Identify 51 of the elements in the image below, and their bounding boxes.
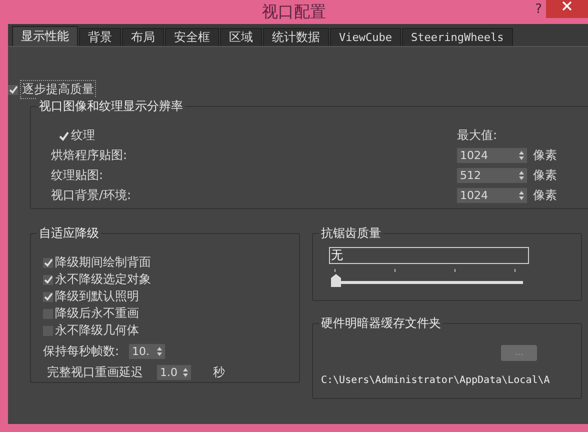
max-label: 最大值: bbox=[457, 127, 498, 144]
group-title: 硬件明暗器缓存文件夹 bbox=[319, 315, 443, 332]
checkbox[interactable] bbox=[43, 274, 53, 284]
field-label: 烘焙程序贴图: bbox=[51, 147, 128, 164]
check-icon[interactable] bbox=[59, 130, 69, 140]
spinner-field[interactable]: 1024 bbox=[457, 188, 527, 203]
spinner-arrows-icon[interactable] bbox=[183, 368, 188, 377]
tab[interactable]: 背景 bbox=[79, 28, 121, 46]
unit-label: 像素 bbox=[532, 167, 558, 184]
unit-label: 秒 bbox=[213, 364, 225, 381]
spinner-arrows-icon[interactable] bbox=[519, 191, 524, 200]
spinner-arrows-icon[interactable] bbox=[519, 171, 524, 180]
field-label: 纹理贴图: bbox=[51, 167, 104, 184]
tab[interactable]: 统计数据 bbox=[263, 28, 329, 46]
value-display: 无 bbox=[329, 247, 529, 264]
tab[interactable]: 安全框 bbox=[165, 28, 219, 46]
spinner-field[interactable]: 1.0 bbox=[157, 365, 191, 380]
checkbox-label: 降级期间绘制背面 bbox=[55, 254, 151, 271]
window-title: 视口配置 bbox=[262, 2, 326, 22]
checkbox[interactable] bbox=[43, 292, 53, 302]
spinner-arrows-icon[interactable] bbox=[157, 347, 162, 356]
slider-thumb[interactable] bbox=[331, 274, 341, 287]
tab[interactable]: SteeringWheels bbox=[402, 28, 513, 46]
folder-path: C:\Users\Administrator\AppData\Local\A bbox=[321, 374, 551, 386]
spinner-field[interactable]: 10. bbox=[129, 344, 166, 359]
checkbox-label: 降级后永不重画 bbox=[55, 305, 139, 322]
tab[interactable]: ViewCube bbox=[330, 28, 401, 46]
group-title: 自适应降级 bbox=[37, 225, 101, 242]
unit-label: 像素 bbox=[532, 147, 558, 164]
checkbox-label: 永不降级几何体 bbox=[55, 322, 139, 339]
field-label: 完整视口重画延迟 bbox=[47, 364, 143, 381]
tab[interactable]: 布局 bbox=[122, 28, 164, 46]
help-button[interactable]: ? bbox=[535, 2, 542, 17]
field-label: 保持每秒帧数: bbox=[43, 343, 120, 360]
unit-label: 像素 bbox=[532, 187, 558, 204]
close-icon bbox=[562, 1, 572, 11]
close-button[interactable] bbox=[546, 0, 588, 18]
checkbox-label: 纹理 bbox=[71, 127, 95, 144]
spinner-field[interactable]: 512 bbox=[457, 168, 527, 183]
tab[interactable]: 区域 bbox=[220, 28, 262, 46]
spinner-arrows-icon[interactable] bbox=[519, 151, 524, 160]
checkbox-label: 永不降级选定对象 bbox=[55, 271, 151, 288]
checkbox[interactable] bbox=[8, 84, 18, 94]
field-label: 视口背景/环境: bbox=[51, 187, 132, 204]
checkbox[interactable] bbox=[43, 258, 53, 268]
slider[interactable] bbox=[331, 269, 523, 287]
group-title: 视口图像和纹理显示分辨率 bbox=[37, 98, 185, 115]
tab[interactable]: 显示性能 bbox=[12, 26, 78, 46]
checkbox-label: 降级到默认照明 bbox=[55, 288, 139, 305]
spinner-field[interactable]: 1024 bbox=[457, 148, 527, 163]
group-title: 抗锯齿质量 bbox=[319, 225, 383, 242]
